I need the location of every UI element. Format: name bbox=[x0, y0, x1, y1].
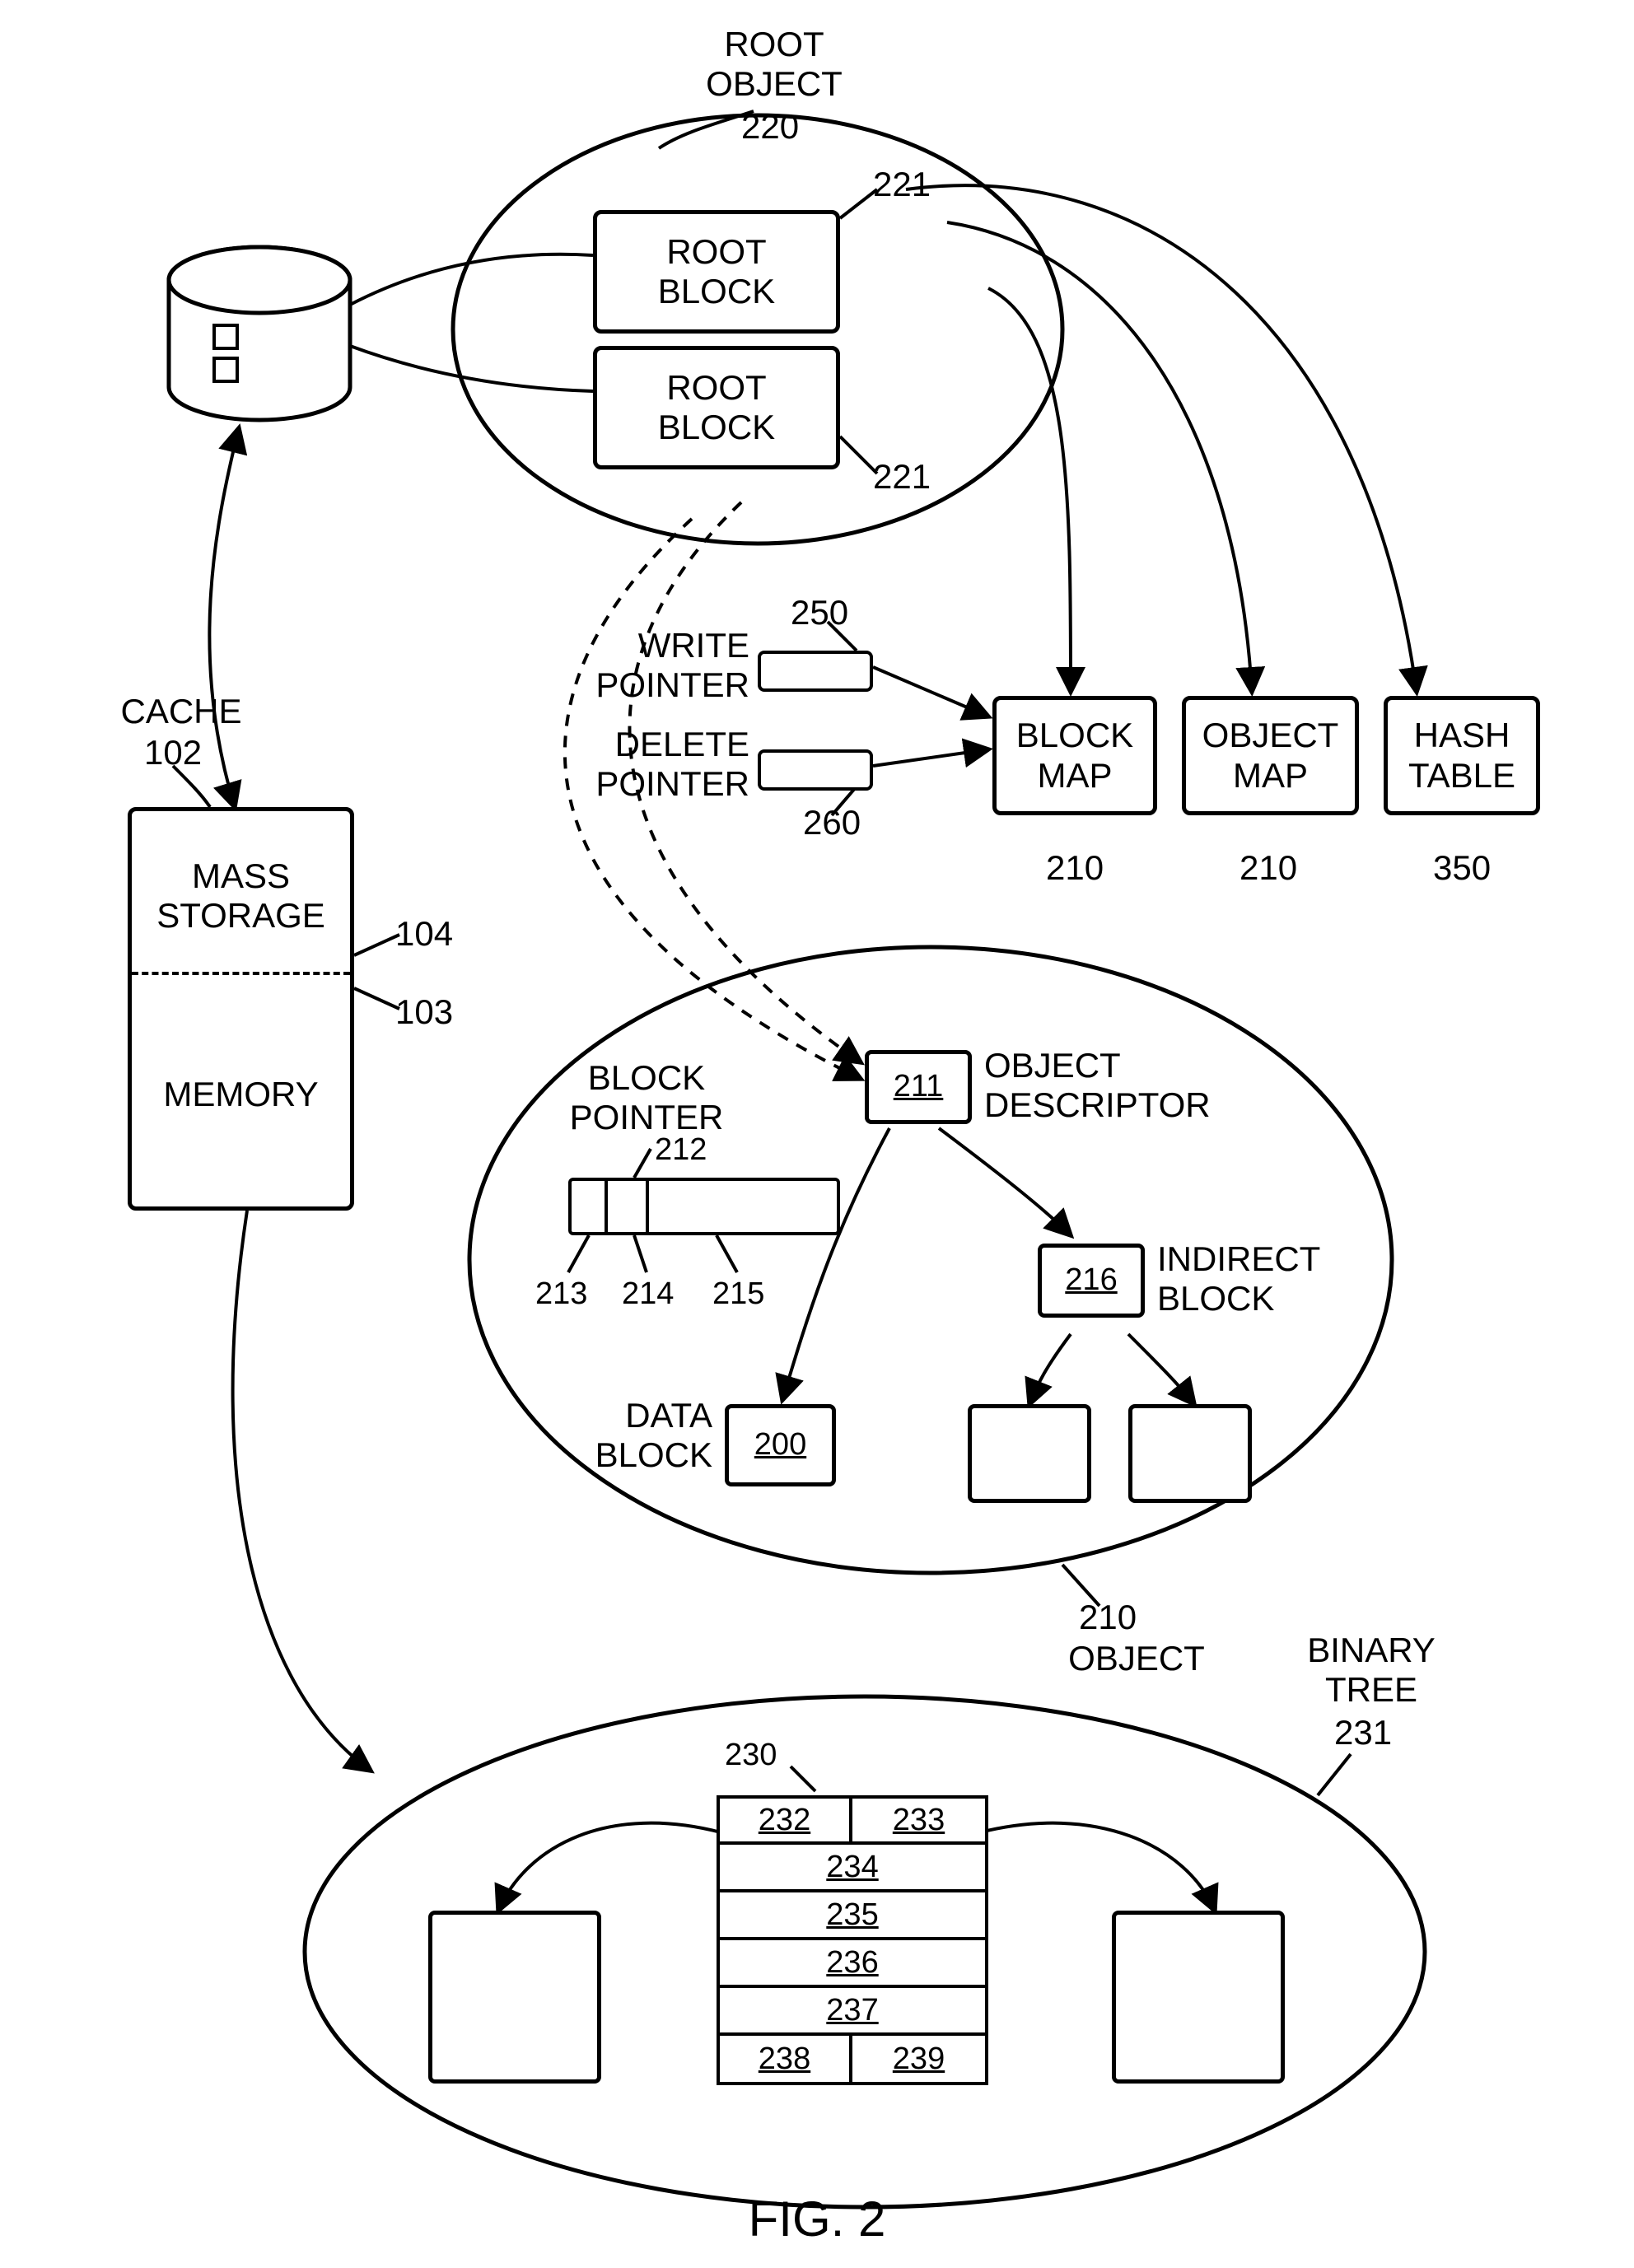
root-object-label: ROOT OBJECT bbox=[684, 25, 865, 105]
binary-tree-ref: 231 bbox=[1334, 1713, 1392, 1752]
block-pointer-ref: 212 bbox=[655, 1132, 707, 1169]
object-map-ref: 210 bbox=[1240, 848, 1297, 888]
root-block-b: ROOT BLOCK bbox=[593, 346, 840, 469]
delete-pointer-label: DELETE POINTER bbox=[560, 725, 749, 805]
tree-cell-234: 234 bbox=[717, 1845, 988, 1892]
indirect-child-b bbox=[1128, 1404, 1252, 1503]
write-pointer-box bbox=[758, 651, 873, 692]
memory-label: MEMORY bbox=[132, 1075, 350, 1114]
tree-cell-235: 235 bbox=[717, 1892, 988, 1940]
indirect-child-a bbox=[968, 1404, 1091, 1503]
mass-storage-label: MASS STORAGE bbox=[132, 856, 350, 936]
tree-cell-239: 239 bbox=[852, 2036, 988, 2085]
tree-cell-238: 238 bbox=[717, 2036, 852, 2085]
delete-pointer-box bbox=[758, 749, 873, 791]
figure-caption: FIG. 2 bbox=[0, 2191, 1634, 2247]
block-pointer-label: BLOCK POINTER bbox=[552, 1058, 741, 1138]
tree-cell-237: 237 bbox=[717, 1988, 988, 2036]
tree-cell-236: 236 bbox=[717, 1940, 988, 1988]
memory-ref: 103 bbox=[395, 992, 453, 1032]
root-block-a: ROOT BLOCK bbox=[593, 210, 840, 334]
object-map-box: OBJECT MAP bbox=[1182, 696, 1359, 815]
block-pointer-bar bbox=[568, 1178, 840, 1235]
binary-tree-label: BINARY TREE bbox=[1281, 1631, 1462, 1710]
write-pointer-label: WRITE POINTER bbox=[560, 626, 749, 706]
disk-icon bbox=[169, 247, 350, 420]
bp-seg-a: 213 bbox=[535, 1276, 587, 1313]
delete-pointer-ref: 260 bbox=[803, 803, 861, 842]
hash-table-box: HASH TABLE bbox=[1384, 696, 1540, 815]
indirect-block-label: INDIRECT BLOCK bbox=[1157, 1239, 1371, 1319]
object-label: OBJECT bbox=[1054, 1639, 1219, 1678]
block-map-box: BLOCK MAP bbox=[992, 696, 1157, 815]
tree-leaf-left bbox=[428, 1911, 601, 2084]
root-block-a-ref: 221 bbox=[873, 165, 931, 204]
tree-node-ref: 230 bbox=[725, 1738, 777, 1774]
indirect-block-num: 216 bbox=[1038, 1244, 1145, 1318]
root-block-b-ref: 221 bbox=[873, 457, 931, 497]
tree-cell-233: 233 bbox=[852, 1795, 988, 1845]
write-pointer-ref: 250 bbox=[791, 593, 848, 632]
cache-ref: 102 bbox=[144, 733, 202, 772]
hash-table-ref: 350 bbox=[1433, 848, 1491, 888]
object-descriptor-num: 211 bbox=[865, 1050, 972, 1124]
data-block-num: 200 bbox=[725, 1404, 836, 1486]
tree-node-table: 232 233 234 235 236 237 238 239 bbox=[717, 1795, 988, 2085]
cache-label: CACHE bbox=[111, 692, 251, 731]
mass-storage-ref: 104 bbox=[395, 914, 453, 954]
tree-leaf-right bbox=[1112, 1911, 1285, 2084]
bp-seg-b: 214 bbox=[622, 1276, 674, 1313]
object-descriptor-label: OBJECT DESCRIPTOR bbox=[984, 1046, 1231, 1126]
object-ref: 210 bbox=[1079, 1598, 1137, 1637]
block-map-ref: 210 bbox=[1046, 848, 1104, 888]
data-block-label: DATA BLOCK bbox=[572, 1396, 712, 1476]
root-object-ref: 220 bbox=[741, 107, 799, 147]
cache-box: MASS STORAGE MEMORY bbox=[128, 807, 354, 1211]
tree-cell-232: 232 bbox=[717, 1795, 852, 1845]
bp-seg-c: 215 bbox=[712, 1276, 764, 1313]
